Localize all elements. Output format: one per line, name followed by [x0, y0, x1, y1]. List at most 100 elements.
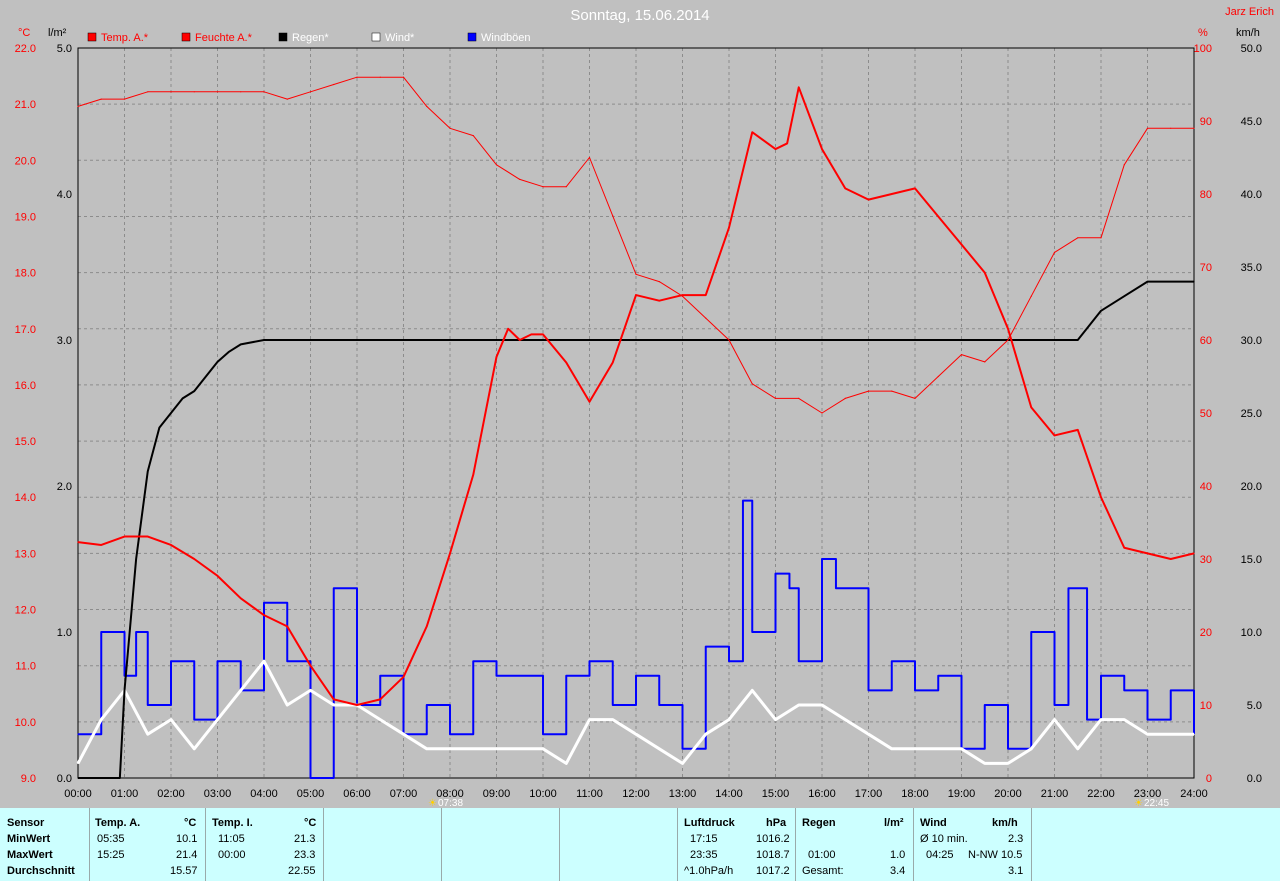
- data-point: [681, 294, 684, 296]
- data-point: [612, 704, 614, 706]
- data-point: [77, 105, 79, 107]
- data-point: [1146, 552, 1149, 554]
- data-point: [426, 704, 428, 706]
- temp-i-avg-value: 22.55: [288, 865, 316, 877]
- data-point: [495, 675, 498, 677]
- legend-swatch: [467, 32, 477, 42]
- data-point: [333, 83, 335, 86]
- data-point: [960, 243, 963, 246]
- sunrise-icon: ☀: [428, 798, 437, 808]
- pressure-trend-value: 1017.2: [756, 865, 790, 877]
- data-point: [728, 339, 730, 341]
- data-point: [1193, 127, 1195, 129]
- humidity-tick-label: 20: [1200, 627, 1212, 639]
- data-point: [658, 281, 660, 283]
- data-point: [705, 294, 707, 296]
- time-tick-label: 16:00: [808, 788, 836, 800]
- data-point: [275, 602, 277, 604]
- data-point: [844, 587, 846, 589]
- time-tick-label: 15:00: [762, 788, 790, 800]
- pressure-header: Luftdruck: [684, 817, 735, 829]
- data-point: [542, 733, 544, 735]
- temp-tick-label: 17.0: [15, 324, 36, 336]
- humidity-tick-label: 100: [1194, 43, 1212, 55]
- wind-tick-label: 5.0: [1247, 700, 1262, 712]
- data-point: [1193, 552, 1195, 554]
- data-point: [1030, 406, 1032, 408]
- temp-i-max-value: 23.3: [294, 849, 316, 861]
- time-tick-label: 04:00: [250, 788, 278, 800]
- data-point: [309, 339, 312, 341]
- data-point: [635, 273, 637, 275]
- temp-a-min-value: 10.1: [176, 833, 198, 845]
- data-point: [119, 777, 121, 779]
- data-point: [891, 748, 893, 750]
- data-point: [449, 552, 451, 554]
- temp-tick-label: 19.0: [15, 211, 36, 223]
- time-tick-label: 01:00: [111, 788, 139, 800]
- data-point: [379, 719, 381, 721]
- data-point: [147, 91, 149, 93]
- temp-tick-label: 15.0: [15, 436, 36, 448]
- temp-tick-label: 9.0: [21, 773, 36, 785]
- data-point: [658, 300, 660, 302]
- data-point: [77, 733, 79, 735]
- stats-col-sensor: Sensor MinWert MaxWert Durchschnitt: [0, 808, 90, 881]
- data-point: [681, 762, 684, 765]
- data-point: [147, 704, 149, 706]
- data-point: [507, 328, 509, 330]
- data-point: [774, 397, 777, 399]
- rain-tick-label: 1.0: [57, 627, 72, 639]
- rain-total-label: Gesamt:: [802, 865, 844, 877]
- data-point: [565, 186, 567, 188]
- data-point: [426, 748, 428, 750]
- rain-total-value: 3.4: [890, 865, 906, 877]
- data-point: [216, 91, 219, 93]
- data-point: [170, 660, 172, 662]
- data-point: [984, 272, 986, 274]
- wind-tick-label: 10.0: [1241, 627, 1262, 639]
- data-point: [565, 762, 567, 765]
- data-point: [402, 733, 405, 735]
- temp-tick-label: 21.0: [15, 99, 36, 111]
- time-tick-label: 09:00: [483, 788, 511, 800]
- data-point: [788, 587, 791, 589]
- sunrise-marker: ☀ 07:38: [428, 798, 463, 808]
- temp-tick-label: 11.0: [15, 661, 36, 673]
- data-point: [379, 698, 381, 700]
- data-point: [914, 397, 916, 399]
- humidity-tick-label: 0: [1206, 773, 1212, 785]
- stats-col-wind: Wind km/h Ø 10 min. 2.3 04:25 N-NW 10.5 …: [914, 808, 1032, 881]
- time-tick-label: 24:00: [1180, 788, 1208, 800]
- data-point: [891, 660, 893, 662]
- wind-tick-label: 0.0: [1247, 773, 1262, 785]
- data-point: [635, 294, 637, 296]
- temp-tick-label: 13.0: [15, 548, 36, 560]
- stats-col-temp-a: Temp. A. °C 05:35 10.1 15:25 21.4 15.57: [90, 808, 206, 881]
- wind-tick-label: 20.0: [1241, 481, 1262, 493]
- temp-i-max-time: 00:00: [218, 849, 246, 861]
- data-point: [379, 76, 381, 78]
- data-point: [1123, 295, 1125, 297]
- data-point: [751, 689, 753, 692]
- data-point: [658, 704, 660, 706]
- data-point: [751, 131, 753, 133]
- data-point: [472, 660, 474, 662]
- stats-max-label: MaxWert: [7, 849, 53, 861]
- data-point: [449, 748, 451, 750]
- temp-tick-label: 20.0: [15, 155, 36, 167]
- time-tick-label: 06:00: [343, 788, 371, 800]
- pressure-trend: ^1.0hPa/h: [684, 865, 734, 877]
- data-point: [216, 719, 219, 721]
- data-point: [333, 704, 335, 706]
- data-point: [426, 105, 428, 107]
- wind-header: Wind: [920, 817, 947, 829]
- stats-col-rain: Regen l/m² 01:00 1.0 Gesamt: 3.4: [796, 808, 914, 881]
- rain-tick-label: 5.0: [57, 43, 72, 55]
- data-point: [77, 777, 79, 779]
- data-point: [100, 544, 102, 546]
- data-point: [821, 558, 823, 560]
- data-point: [937, 375, 939, 378]
- data-point: [402, 676, 405, 678]
- data-point: [798, 704, 800, 706]
